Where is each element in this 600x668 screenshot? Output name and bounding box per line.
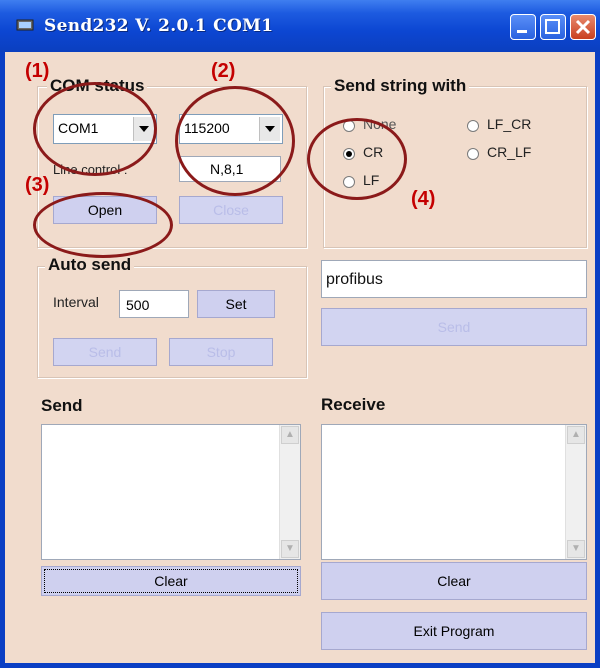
close-button[interactable]: Close: [179, 196, 283, 224]
send-text-value: profibus: [326, 271, 383, 288]
send-panel-title: Send: [41, 396, 83, 416]
set-interval-button[interactable]: Set: [197, 290, 275, 318]
auto-send-button[interactable]: Send: [53, 338, 157, 366]
stop-button[interactable]: Stop: [169, 338, 273, 366]
receive-textarea[interactable]: ▲ ▼: [321, 424, 587, 560]
window-title: Send232 V. 2.0.1 COM1: [44, 16, 274, 36]
minimize-icon: [517, 30, 527, 33]
radio-cr-lf[interactable]: [467, 148, 479, 160]
auto-send-title: Auto send: [45, 255, 135, 275]
scroll-up-icon[interactable]: ▲: [567, 426, 585, 444]
annotation-1: (1): [25, 60, 50, 82]
receive-scrollbar[interactable]: ▲ ▼: [565, 425, 586, 559]
app-icon: [16, 19, 34, 31]
scroll-down-icon[interactable]: ▼: [281, 540, 299, 558]
annotation-2: (2): [211, 60, 236, 82]
interval-value: 500: [126, 297, 150, 313]
send-text-input[interactable]: profibus: [321, 260, 587, 298]
exit-program-button[interactable]: Exit Program: [321, 612, 587, 650]
maximize-button[interactable]: [540, 14, 566, 40]
radio-cr-lf-label: CR_LF: [487, 144, 532, 160]
maximize-icon: [545, 19, 560, 34]
scroll-up-icon[interactable]: ▲: [281, 426, 299, 444]
annotation-4: (4): [411, 188, 436, 210]
send-clear-button[interactable]: Clear: [41, 566, 301, 596]
interval-label: Interval: [53, 294, 99, 310]
send-scrollbar[interactable]: ▲ ▼: [279, 425, 300, 559]
annotation-circle-3: [33, 192, 173, 258]
interval-input[interactable]: 500: [119, 290, 189, 318]
receive-clear-button[interactable]: Clear: [321, 562, 587, 600]
scroll-down-icon[interactable]: ▼: [567, 540, 585, 558]
minimize-button[interactable]: [510, 14, 536, 40]
receive-panel-title: Receive: [321, 395, 386, 415]
radio-lf-cr-label: LF_CR: [487, 116, 532, 132]
radio-lf-cr[interactable]: [467, 120, 479, 132]
send-string-title: Send string with: [331, 76, 470, 96]
app-window: Send232 V. 2.0.1 COM1 COM status COM1 11…: [0, 0, 600, 668]
close-icon: [575, 19, 591, 35]
title-bar[interactable]: Send232 V. 2.0.1 COM1: [0, 0, 600, 52]
client-area: COM status COM1 115200 Line control : N,…: [5, 52, 595, 663]
annotation-circle-1: [33, 82, 157, 176]
send-textarea[interactable]: ▲ ▼: [41, 424, 301, 560]
annotation-circle-2: [175, 86, 295, 196]
send-button[interactable]: Send: [321, 308, 587, 346]
annotation-circle-4: [307, 118, 407, 200]
annotation-3: (3): [25, 174, 50, 196]
close-window-button[interactable]: [570, 14, 596, 40]
